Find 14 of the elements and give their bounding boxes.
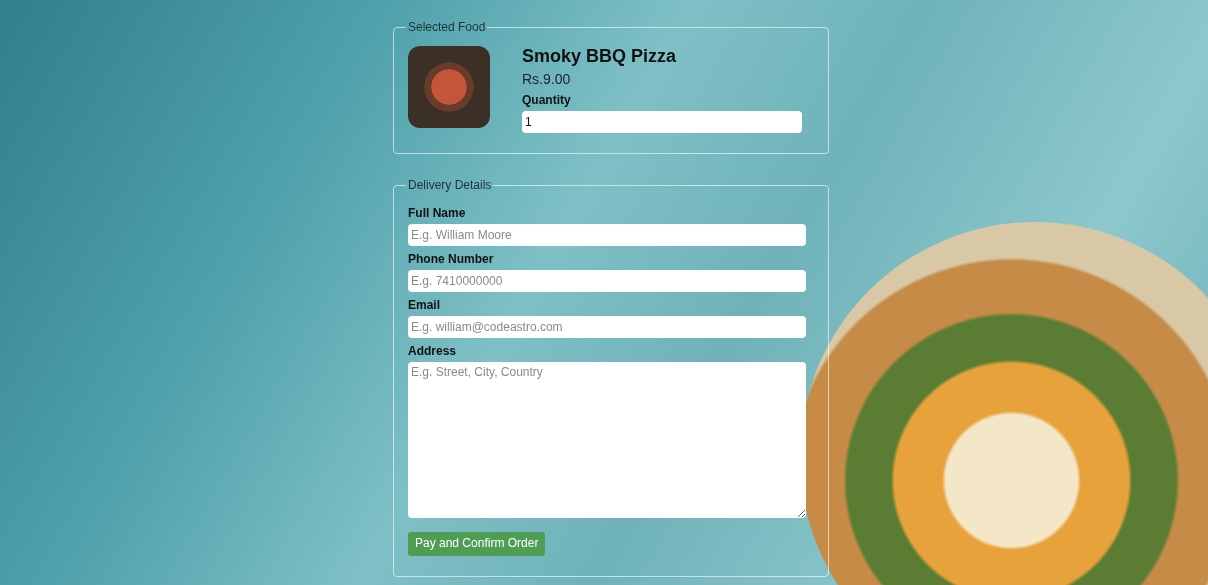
food-price: Rs.9.00 (522, 71, 572, 87)
field-label: Phone Number (408, 252, 495, 266)
field-label: Full Name (408, 206, 467, 220)
panel-legend: Selected Food (406, 20, 488, 34)
panel-legend: Delivery Details (406, 178, 494, 192)
input-field[interactable]: E.g. Street, City, Country (408, 362, 806, 518)
field-label: Email (408, 298, 441, 312)
quantity-field[interactable]: 1 (522, 111, 802, 133)
input-field[interactable]: E.g. William Moore (408, 224, 806, 246)
field-label: Quantity (522, 93, 572, 107)
field-label: Address (408, 344, 458, 358)
food-name: Smoky BBQ Pizza (522, 46, 678, 67)
input-field[interactable]: E.g. william@codeastro.com (408, 316, 806, 338)
input-field[interactable]: E.g. 7410000000 (408, 270, 806, 292)
